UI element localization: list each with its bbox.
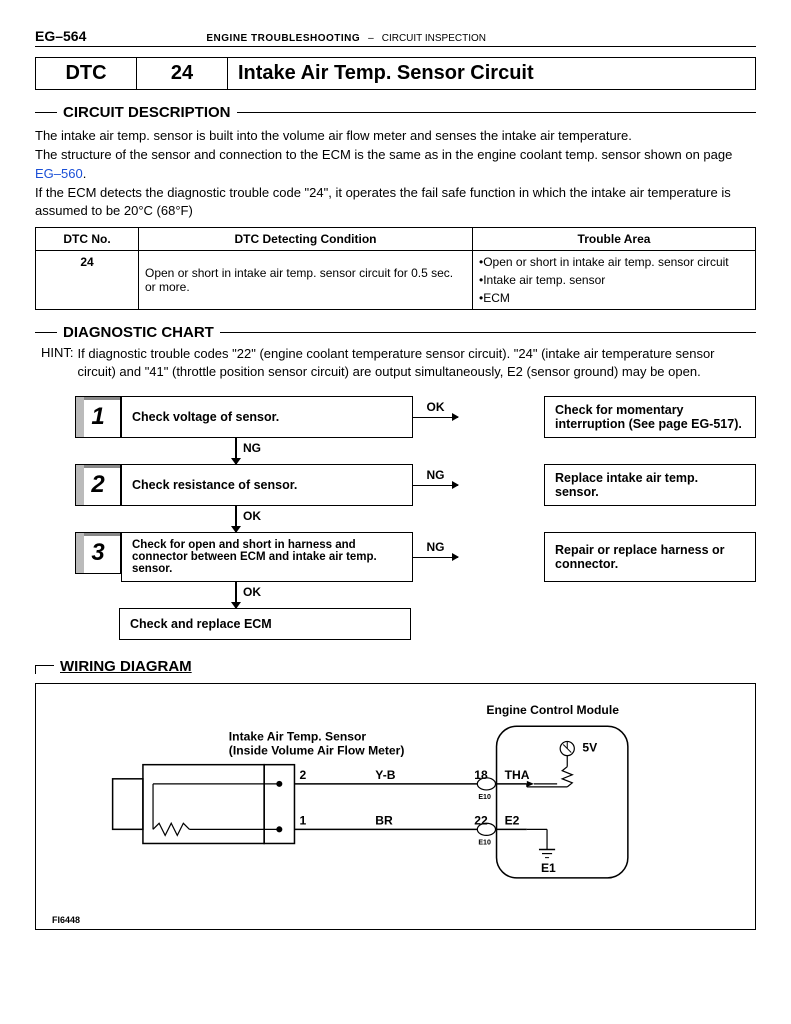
step-result-1: Check for momentary interruption (See pa… <box>544 396 756 438</box>
connector-v-2: OK <box>235 506 237 532</box>
title-dtc: DTC <box>36 58 137 89</box>
connector-h-3: NG <box>413 532 458 582</box>
hint-text: If diagnostic trouble codes "22" (engine… <box>78 345 757 381</box>
hint: HINT: If diagnostic trouble codes "22" (… <box>35 345 756 381</box>
step-main-2: Check resistance of sensor. <box>121 464 413 506</box>
dtc-title-box: DTC 24 Intake Air Temp. Sensor Circuit <box>35 57 756 90</box>
section-circuit-description: CIRCUIT DESCRIPTION <box>35 104 756 121</box>
step-main-1: Check voltage of sensor. <box>121 396 413 438</box>
svg-text:1: 1 <box>300 813 307 827</box>
title-label: Intake Air Temp. Sensor Circuit <box>228 58 755 89</box>
svg-text:5V: 5V <box>582 740 597 754</box>
hint-label: HINT: <box>41 345 74 381</box>
step-number-2: 2 <box>75 464 121 506</box>
step-result-2: Replace intake air temp. sensor. <box>544 464 756 506</box>
header-subsection: CIRCUIT INSPECTION <box>382 33 486 44</box>
dtc-cond: Open or short in intake air temp. sensor… <box>139 251 473 310</box>
svg-text:BR: BR <box>375 813 393 827</box>
svg-text:THA: THA <box>505 767 530 781</box>
connector-v-3: OK <box>235 582 237 608</box>
step-number-3: 3 <box>75 532 121 574</box>
title-code: 24 <box>137 58 228 89</box>
svg-text:E1: E1 <box>541 860 556 874</box>
step-number-1: 1 <box>75 396 121 438</box>
header-section: ENGINE TROUBLESHOOTING <box>206 33 360 44</box>
svg-text:E2: E2 <box>505 813 520 827</box>
connector-h-1: OK <box>413 396 458 438</box>
dtc-area: •Open or short in intake air temp. senso… <box>473 251 756 310</box>
figure-id: FI6448 <box>52 915 739 925</box>
section-diagnostic-chart: DIAGNOSTIC CHART <box>35 324 756 341</box>
dtc-header-area: Trouble Area <box>473 228 756 251</box>
page-header: EG–564 ENGINE TROUBLESHOOTING – CIRCUIT … <box>35 28 756 47</box>
svg-text:E10: E10 <box>478 839 491 846</box>
connector-v-1: NG <box>235 438 237 464</box>
step-result-3: Repair or replace harness or connector. <box>544 532 756 582</box>
wiring-diagram-box: Engine Control Module Intake Air Temp. S… <box>35 683 756 930</box>
connector-h-2: NG <box>413 464 458 506</box>
flow-step-3: 3 Check for open and short in harness an… <box>75 532 756 582</box>
svg-text:18: 18 <box>474 767 488 781</box>
section-wiring-diagram: WIRING DIAGRAM <box>35 658 756 675</box>
step-main-3: Check for open and short in harness and … <box>121 532 413 582</box>
page-link[interactable]: EG–560 <box>35 166 83 181</box>
flow-step-1: 1 Check voltage of sensor. OK Check for … <box>75 396 756 438</box>
flow-final: Check and replace ECM <box>119 608 411 640</box>
dtc-header-no: DTC No. <box>36 228 139 251</box>
ecm-label: Engine Control Module <box>486 703 619 717</box>
page-code: EG–564 <box>35 28 86 44</box>
wiring-diagram-svg: Engine Control Module Intake Air Temp. S… <box>52 698 739 910</box>
dtc-header-cond: DTC Detecting Condition <box>139 228 473 251</box>
circuit-description-text: The intake air temp. sensor is built int… <box>35 127 756 221</box>
flow-step-2: 2 Check resistance of sensor. NG Replace… <box>75 464 756 506</box>
svg-text:22: 22 <box>474 813 488 827</box>
dtc-table: DTC No. DTC Detecting Condition Trouble … <box>35 227 756 310</box>
sensor-label-2: (Inside Volume Air Flow Meter) <box>229 743 405 757</box>
header-dash: – <box>368 33 374 44</box>
diagnostic-flow: 1 Check voltage of sensor. OK Check for … <box>35 396 756 640</box>
svg-text:2: 2 <box>300 767 307 781</box>
dtc-no: 24 <box>36 251 139 310</box>
svg-text:E10: E10 <box>478 794 491 801</box>
sensor-label-1: Intake Air Temp. Sensor <box>229 729 367 743</box>
svg-text:Y-B: Y-B <box>375 767 395 781</box>
